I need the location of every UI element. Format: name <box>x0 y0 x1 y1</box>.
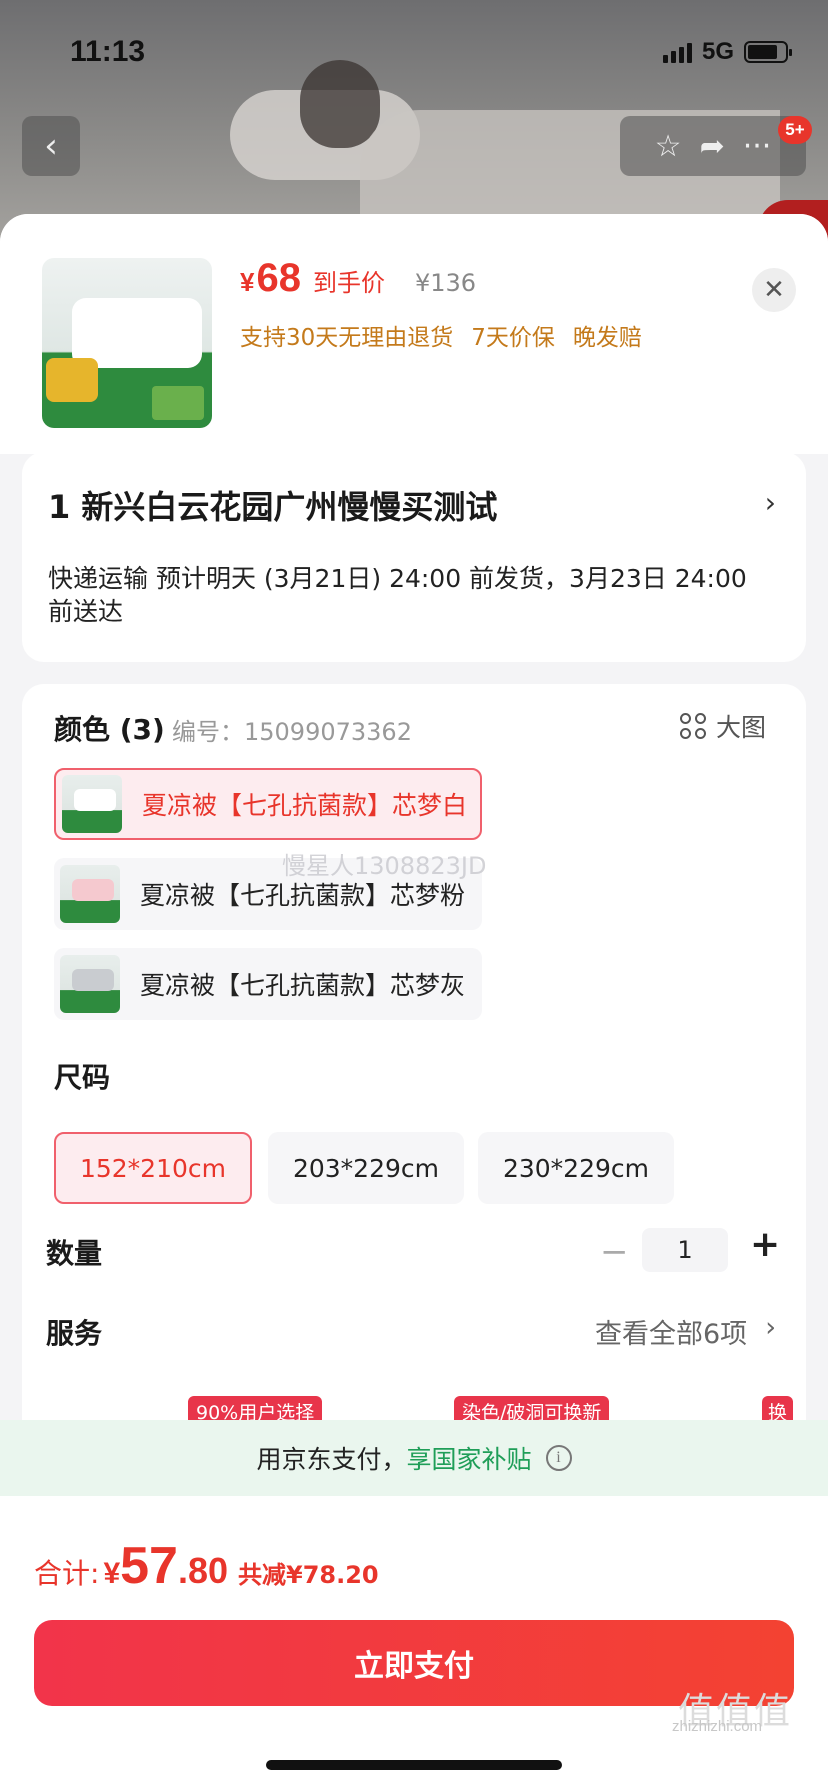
status-bar: 11:13 5G <box>0 0 828 104</box>
guarantee-price-protect: 7天价保 <box>471 325 555 351</box>
address-title: 1 新兴白云花园广州慢慢买测试 <box>48 488 498 526</box>
original-price: ¥136 <box>414 269 477 297</box>
shipping-estimate: 快递运输 预计明天 (3月21日) 24:00 前发货，3月23日 24:00 … <box>48 564 747 626</box>
color-label: 颜色 (3) <box>54 713 165 746</box>
service-label: 服务 <box>46 1317 103 1350</box>
total-integer: 57 <box>120 1537 178 1595</box>
network-type: 5G <box>701 38 734 65</box>
quantity-decrease-button[interactable]: − <box>600 1232 629 1272</box>
guarantee-list: 支持30天无理由退货 7天价保 晚发赔 <box>240 318 642 352</box>
watermark: 慢星人1308823JD <box>282 852 487 880</box>
price-row: ¥ 68 到手价 ¥136 <box>240 256 476 301</box>
sku-code: 编号：15099073362 <box>172 718 412 746</box>
big-picture-button[interactable]: 大图 <box>679 708 766 744</box>
total-label: 合计: <box>34 1557 100 1590</box>
guarantee-late-compensation: 晚发赔 <box>572 325 642 351</box>
info-icon[interactable]: i <box>545 1445 572 1471</box>
option-thumbnail <box>60 865 120 923</box>
battery-icon <box>744 41 792 63</box>
checkout-footer: 合计: ¥ 57 .80 共减¥78.20 立即支付 值值值 zhizhizhi… <box>0 1496 828 1792</box>
size-option-152x210[interactable]: 152*210cm <box>54 1132 252 1204</box>
close-button[interactable]: ✕ <box>752 268 796 312</box>
more-icon[interactable]: ··· <box>743 129 772 164</box>
message-badge: 5+ <box>778 116 812 144</box>
option-thumbnail <box>62 775 122 833</box>
final-price: 68 <box>256 256 301 300</box>
big-picture-label: 大图 <box>715 713 766 742</box>
size-label: 尺码 <box>54 1061 111 1094</box>
size-option-230x229[interactable]: 230*229cm <box>478 1132 674 1204</box>
quantity-input[interactable]: 1 <box>642 1228 728 1272</box>
share-icon[interactable]: ➦ <box>700 129 725 164</box>
color-option-label: 夏凉被【七孔抗菌款】芯梦粉 <box>140 881 466 910</box>
close-icon: ✕ <box>763 275 785 305</box>
home-indicator <box>266 1760 562 1770</box>
size-option-203x229[interactable]: 203*229cm <box>268 1132 464 1204</box>
total-decimal: .80 <box>177 1550 229 1591</box>
total-savings: 共减¥78.20 <box>238 1561 379 1589</box>
subsidy-text: 用京东支付， <box>256 1445 407 1474</box>
status-indicators: 5G <box>662 38 792 66</box>
service-view-all-label: 查看全部6项 <box>595 1319 748 1350</box>
color-option-grey[interactable]: 夏凉被【七孔抗菌款】芯梦灰 <box>54 948 482 1020</box>
price-tag-label: 到手价 <box>312 269 385 297</box>
subsidy-highlight: 享国家补贴 <box>406 1445 532 1474</box>
back-button[interactable]: ‹ <box>22 116 80 176</box>
total-currency: ¥ <box>103 1557 121 1590</box>
address-card[interactable]: 1 新兴白云花园广州慢慢买测试 › 快递运输 预计明天 (3月21日) 24:0… <box>22 452 806 662</box>
color-option-label: 夏凉被【七孔抗菌款】芯梦灰 <box>140 971 466 1000</box>
sheet-header: ¥ 68 到手价 ¥136 支持30天无理由退货 7天价保 晚发赔 ✕ <box>0 214 828 454</box>
guarantee-return: 支持30天无理由退货 <box>240 325 454 351</box>
purchase-sheet: ¥ 68 到手价 ¥136 支持30天无理由退货 7天价保 晚发赔 ✕ 1 新兴… <box>0 214 828 1792</box>
quantity-increase-button[interactable]: + <box>750 1224 780 1265</box>
option-thumbnail <box>60 955 120 1013</box>
chevron-left-icon: ‹ <box>44 126 58 166</box>
chevron-right-icon: › <box>764 486 776 519</box>
product-thumbnail[interactable] <box>42 258 212 428</box>
status-time: 11:13 <box>70 35 146 68</box>
total-price: 合计: ¥ 57 .80 共减¥78.20 <box>34 1536 379 1596</box>
site-url: zhizhizhi.com <box>672 1718 763 1735</box>
color-option-label: 夏凉被【七孔抗菌款】芯梦白 <box>142 791 468 820</box>
chevron-right-icon: › <box>765 1312 776 1343</box>
service-view-all[interactable]: 查看全部6项 › <box>595 1312 776 1351</box>
subsidy-banner[interactable]: 用京东支付， 享国家补贴 i <box>0 1420 828 1496</box>
color-option-white[interactable]: 夏凉被【七孔抗菌款】芯梦白 <box>54 768 482 840</box>
star-icon[interactable]: ☆ <box>655 129 682 164</box>
grid-icon <box>679 713 706 739</box>
signal-icon <box>662 41 692 63</box>
price-symbol: ¥ <box>240 267 255 297</box>
quantity-label: 数量 <box>46 1237 103 1270</box>
